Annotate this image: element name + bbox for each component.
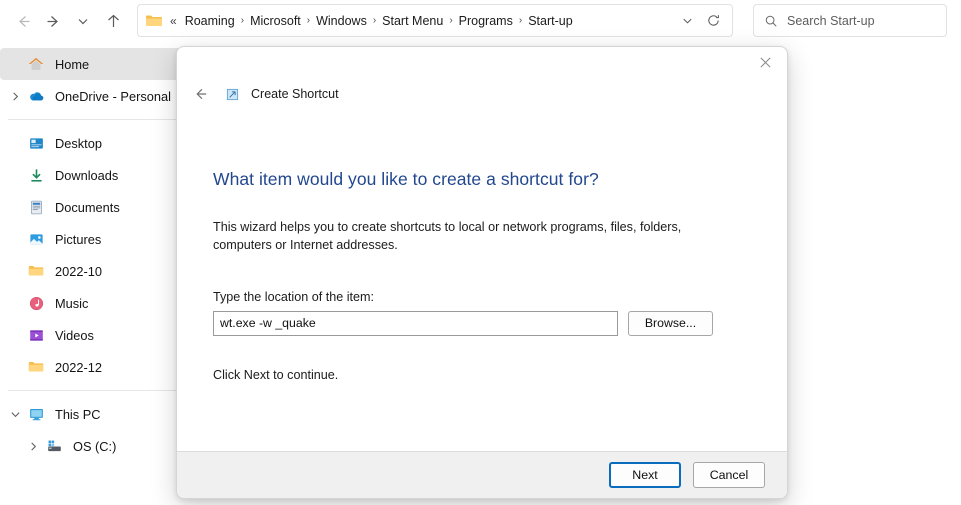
sidebar-item-documents[interactable]: Documents <box>0 191 190 223</box>
dialog-title: Create Shortcut <box>251 87 339 101</box>
browse-button[interactable]: Browse... <box>628 310 713 336</box>
breadcrumb-separator[interactable]: › <box>517 15 524 26</box>
sidebar-item-label: 2022-10 <box>55 263 102 279</box>
recent-locations-button[interactable] <box>68 6 98 36</box>
explorer-toolbar: « Roaming › Microsoft › Windows › Start … <box>0 0 961 42</box>
sidebar-item-label: Videos <box>55 327 94 343</box>
chevron-right-icon[interactable] <box>4 85 26 107</box>
sidebar-item-music[interactable]: Music <box>0 287 190 319</box>
dialog-title-row: Create Shortcut <box>177 79 787 109</box>
chevron-down-icon[interactable] <box>4 403 26 425</box>
search-input[interactable]: Search Start-up <box>787 14 875 28</box>
sidebar-item-pictures[interactable]: Pictures <box>0 223 190 255</box>
breadcrumb-item-microsoft[interactable]: Microsoft <box>246 12 305 30</box>
sidebar-item-2022-12[interactable]: 2022-12 <box>0 351 190 383</box>
sidebar-item-label: Documents <box>55 199 120 215</box>
breadcrumb-separator[interactable]: › <box>447 15 454 26</box>
breadcrumb-item-programs[interactable]: Programs <box>455 12 517 30</box>
forward-button[interactable] <box>38 6 68 36</box>
sidebar-divider <box>8 119 186 120</box>
sidebar-divider <box>8 390 186 391</box>
dialog-description: This wizard helps you to create shortcut… <box>213 220 682 253</box>
folder-icon <box>26 261 46 281</box>
shortcut-icon <box>223 85 241 103</box>
dialog-heading: What item would you like to create a sho… <box>213 169 599 189</box>
create-shortcut-dialog: Create Shortcut What item would you like… <box>176 46 788 499</box>
breadcrumb-separator[interactable]: › <box>305 15 312 26</box>
downloads-icon <box>26 165 46 185</box>
sidebar-item-label: OS (C:) <box>73 438 117 454</box>
pictures-icon <box>26 229 46 249</box>
sidebar-item-videos[interactable]: Videos <box>0 319 190 351</box>
location-field-row: Browse... <box>213 304 751 336</box>
sidebar-item-label: Pictures <box>55 231 102 247</box>
dialog-body: What item would you like to create a sho… <box>177 117 787 451</box>
breadcrumb-overflow[interactable]: « <box>170 14 177 28</box>
home-icon <box>26 54 46 74</box>
onedrive-icon <box>26 86 46 106</box>
dialog-note: Click Next to continue. <box>213 367 339 382</box>
drive-icon <box>44 436 64 456</box>
music-icon <box>26 293 46 313</box>
breadcrumb-item-start-menu[interactable]: Start Menu <box>378 12 447 30</box>
this-pc-icon <box>26 404 46 424</box>
folder-icon <box>144 11 164 31</box>
chevron-down-icon[interactable] <box>674 8 700 34</box>
desktop-icon <box>26 133 46 153</box>
sidebar-item-label: 2022-12 <box>55 359 102 375</box>
back-button[interactable] <box>8 6 38 36</box>
dialog-footer: Next Cancel <box>177 451 787 498</box>
videos-icon <box>26 325 46 345</box>
sidebar-item-label: Desktop <box>55 135 102 151</box>
arrow-left-icon[interactable] <box>189 82 213 106</box>
folder-icon <box>26 357 46 377</box>
breadcrumb-separator[interactable]: › <box>371 15 378 26</box>
search-icon <box>764 14 778 28</box>
location-input[interactable] <box>213 310 618 336</box>
sidebar-item-onedrive-personal[interactable]: OneDrive - Personal <box>0 80 190 112</box>
location-field-label: Type the location of the item: <box>213 289 375 304</box>
breadcrumb-item-windows[interactable]: Windows <box>312 12 371 30</box>
chevron-right-icon[interactable] <box>22 435 44 457</box>
sidebar-item-label: This PC <box>55 406 101 422</box>
sidebar-item-downloads[interactable]: Downloads <box>0 159 190 191</box>
documents-icon <box>26 197 46 217</box>
sidebar-item-os-c[interactable]: OS (C:) <box>0 430 190 462</box>
navigation-buttons <box>0 6 128 36</box>
sidebar-item-label: Downloads <box>55 167 119 183</box>
refresh-icon[interactable] <box>700 8 726 34</box>
navigation-pane: Home OneDrive - Personal Desktop Downloa… <box>0 42 196 505</box>
sidebar-item-label: Music <box>55 295 89 311</box>
sidebar-item-desktop[interactable]: Desktop <box>0 127 190 159</box>
up-button[interactable] <box>98 6 128 36</box>
sidebar-item-home[interactable]: Home <box>0 48 190 80</box>
address-bar[interactable]: « Roaming › Microsoft › Windows › Start … <box>137 4 733 37</box>
breadcrumb-separator[interactable]: › <box>239 15 246 26</box>
sidebar-item-label: Home <box>55 56 90 72</box>
sidebar-item-2022-10[interactable]: 2022-10 <box>0 255 190 287</box>
next-button[interactable]: Next <box>609 462 681 488</box>
sidebar-item-label: OneDrive - Personal <box>55 88 171 104</box>
sidebar-item-this-pc[interactable]: This PC <box>0 398 190 430</box>
cancel-button[interactable]: Cancel <box>693 462 765 488</box>
close-icon[interactable] <box>743 47 787 77</box>
file-explorer-window: « Roaming › Microsoft › Windows › Start … <box>0 0 961 505</box>
breadcrumb-item-roaming[interactable]: Roaming <box>181 12 239 30</box>
breadcrumb-item-start-up[interactable]: Start-up <box>524 12 576 30</box>
search-box[interactable]: Search Start-up <box>753 4 947 37</box>
